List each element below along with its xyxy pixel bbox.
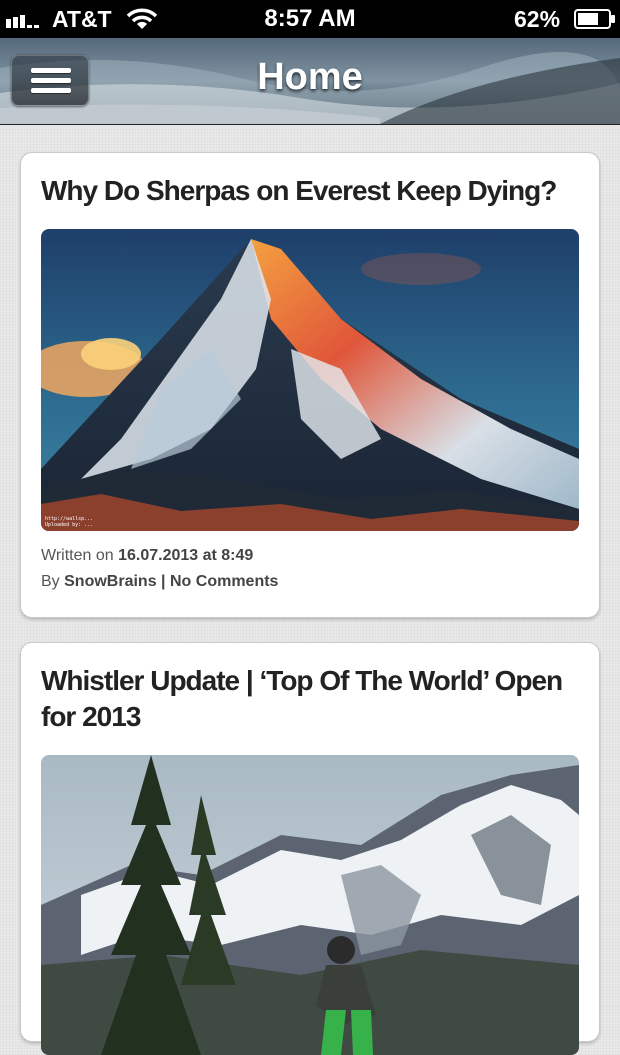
written-label: Written on	[41, 547, 114, 564]
by-label: By	[41, 573, 60, 590]
app-header: Home	[0, 38, 620, 125]
post-meta-date: Written on 16.07.2013 at 8:49	[41, 543, 253, 569]
mountain-biker-image	[41, 755, 579, 1055]
post-author-link[interactable]: SnowBrains	[64, 573, 156, 590]
image-watermark: http://wallsp... Uploaded by: ...	[45, 516, 93, 528]
post-card[interactable]: Why Do Sherpas on Everest Keep Dying? ht…	[20, 152, 600, 618]
post-date: 16.07.2013 at 8:49	[118, 547, 254, 564]
meta-separator: |	[161, 573, 166, 590]
post-card[interactable]: Whistler Update | ‘Top Of The World’ Ope…	[20, 642, 600, 1055]
post-title[interactable]: Whistler Update | ‘Top Of The World’ Ope…	[41, 663, 579, 735]
post-image[interactable]	[41, 755, 579, 1055]
post-meta-author: By SnowBrains | No Comments	[41, 569, 278, 595]
battery-icon	[574, 9, 615, 29]
page-title: Home	[257, 56, 363, 98]
watermark-line-2: Uploaded by: ...	[45, 522, 94, 528]
status-bar: AT&T 8:57 AM 62%	[0, 0, 620, 38]
comments-link[interactable]: No Comments	[170, 573, 278, 590]
mountain-peak-sunset-image	[41, 229, 579, 531]
battery-percentage: 62%	[514, 6, 561, 32]
post-image[interactable]: http://wallsp... Uploaded by: ...	[41, 229, 579, 531]
post-title[interactable]: Why Do Sherpas on Everest Keep Dying?	[41, 173, 579, 209]
